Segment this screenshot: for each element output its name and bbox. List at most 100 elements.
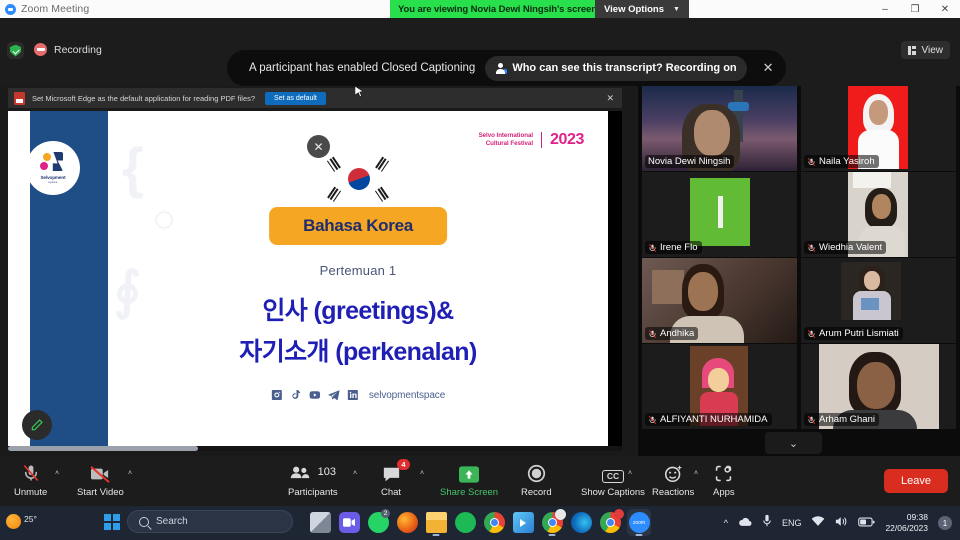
avatar-initial [718,196,723,228]
volume-icon[interactable] [835,514,848,532]
taskbar-app-zoom[interactable] [337,509,361,536]
show-captions-button[interactable]: CC Show Captions [581,461,645,498]
festival-name: Selvo International Cultural Festival [479,132,533,149]
selvopment-logo: Selvopment space [26,141,80,195]
taskbar-app-chrome[interactable] [598,509,624,536]
share-screen-button[interactable]: Share Screen [440,461,498,498]
logo-subtitle: space [48,180,58,184]
tray-expand-icon[interactable]: ^ [724,518,728,528]
windows-start-icon[interactable] [104,513,120,530]
chat-button[interactable]: 4 Chat [381,459,410,498]
spotify-icon [454,512,476,533]
view-options-button[interactable]: View Options ▼ [595,0,689,18]
media-player-icon [512,512,534,533]
taskbar-clock[interactable]: 09:38 22/06/2023 [885,512,928,533]
maximize-button[interactable]: ❐ [900,0,930,18]
scroll-down-button[interactable]: ⌄ [765,432,822,454]
horizontal-scrollbar[interactable] [8,446,622,451]
participant-name: Wiedhia Valent [819,242,883,253]
participant-tile[interactable]: Novia Dewi Ningsih [642,86,797,171]
chrome-icon [541,509,566,533]
participants-button[interactable]: 103 Participants [288,461,338,498]
audio-options-caret[interactable]: ˄ [55,470,59,477]
apps-icon [714,461,733,483]
task-view-icon [309,512,331,533]
participant-tile[interactable]: Naila Yasiroh [801,86,956,171]
minimize-button[interactable]: – [870,0,900,18]
record-label: Record [521,487,552,498]
chat-options-caret[interactable]: ˄ [420,470,424,477]
annotate-button[interactable] [22,410,52,440]
video-feed [864,271,880,290]
muted-mic-icon [807,243,816,252]
window-title-bar: Zoom Meeting You are viewing Novia Dewi … [0,0,960,18]
close-button[interactable]: ✕ [930,0,960,18]
start-video-button[interactable]: Start Video [77,461,124,498]
reactions-options-caret[interactable]: ˄ [694,470,698,477]
apps-button[interactable]: Apps [713,461,735,498]
festival-year: 2023 [550,131,584,148]
participants-icon: 103 [290,461,336,483]
taskbar-app-zoom[interactable]: zoom [627,509,651,536]
participant-tile[interactable]: Arum Putri Lismiati [801,258,956,343]
participant-name: ALFIYANTI NURHAMIDA [660,414,768,425]
participant-tile[interactable]: Irene Flo [642,172,797,257]
chat-badge: 4 [397,459,410,471]
taskbar-app-file-explorer[interactable] [424,509,448,536]
participant-tile[interactable]: Arham Ghani [801,344,956,429]
apps-label: Apps [713,487,735,498]
tray-language[interactable]: ENG [782,518,802,528]
record-button[interactable]: Record [521,461,552,498]
recording-icon [34,43,47,56]
running-indicator [548,533,556,536]
video-options-caret[interactable]: ˄ [128,470,132,477]
participant-tile[interactable]: Andhika [642,258,797,343]
taskbar-app-task-view[interactable] [308,509,332,536]
participants-options-caret[interactable]: ˄ [353,470,357,477]
taskbar-app-chrome[interactable] [540,509,566,536]
onedrive-icon[interactable] [738,514,752,532]
view-layout-button[interactable]: View [900,41,950,59]
notification-badge[interactable]: 1 [938,516,952,530]
watermark-shape: ∮ [114,262,142,320]
set-as-default-button[interactable]: Set as default [265,91,326,105]
participant-tile[interactable]: Wiedhia Valent [801,172,956,257]
search-input[interactable]: Search [127,510,293,533]
taskbar-app-edge[interactable] [569,509,593,536]
south-korea-flag-icon [326,156,390,203]
video-feed [872,194,891,219]
taskbar-app-media-player[interactable] [511,509,535,536]
close-toast-button[interactable]: ✕ [757,60,780,76]
chat-label: Chat [381,487,402,498]
linkedin-icon [347,390,358,400]
battery-icon[interactable] [858,514,875,532]
sun-icon [6,514,21,529]
participant-name-badge: Arham Ghani [804,413,879,426]
participant-name: Irene Flo [660,242,698,253]
participant-tile[interactable]: ALFIYANTI NURHAMIDA [642,344,797,429]
presentation-slide[interactable]: Selvopment space { ∮ ○ Selvo Internation… [8,111,622,451]
participant-name-badge: Naila Yasiroh [804,155,879,168]
captions-options-caret[interactable]: ˄ [628,470,632,477]
instagram-icon [271,390,282,400]
start-video-label: Start Video [77,487,124,498]
recording-indicator[interactable]: Recording [34,43,102,56]
transcript-visibility-button[interactable]: Who can see this transcript? Recording o… [485,55,747,81]
unmute-button[interactable]: Unmute [14,461,47,498]
close-edge-notification-button[interactable]: ✕ [606,93,616,104]
microphone-icon[interactable] [762,514,772,532]
leave-button[interactable]: Leave [884,469,948,493]
pdf-icon [14,91,25,105]
reactions-button[interactable]: Reactions [652,461,694,498]
taskbar-app-whatsapp[interactable]: 2 [366,509,390,536]
wifi-icon[interactable] [811,514,825,532]
shield-check-icon[interactable] [7,42,24,59]
video-feed [708,368,729,392]
weather-widget[interactable]: 25° [6,514,37,529]
taskbar-app-firefox[interactable] [395,509,419,536]
taskbar-app-spotify[interactable] [453,509,477,536]
participants-panel: Novia Dewi Ningsih Naila Yasiroh Irene F… [638,86,960,456]
taskbar-app-chrome[interactable] [482,509,506,536]
stop-share-close-button[interactable]: ✕ [307,135,330,158]
share-screen-label: Share Screen [440,487,499,498]
